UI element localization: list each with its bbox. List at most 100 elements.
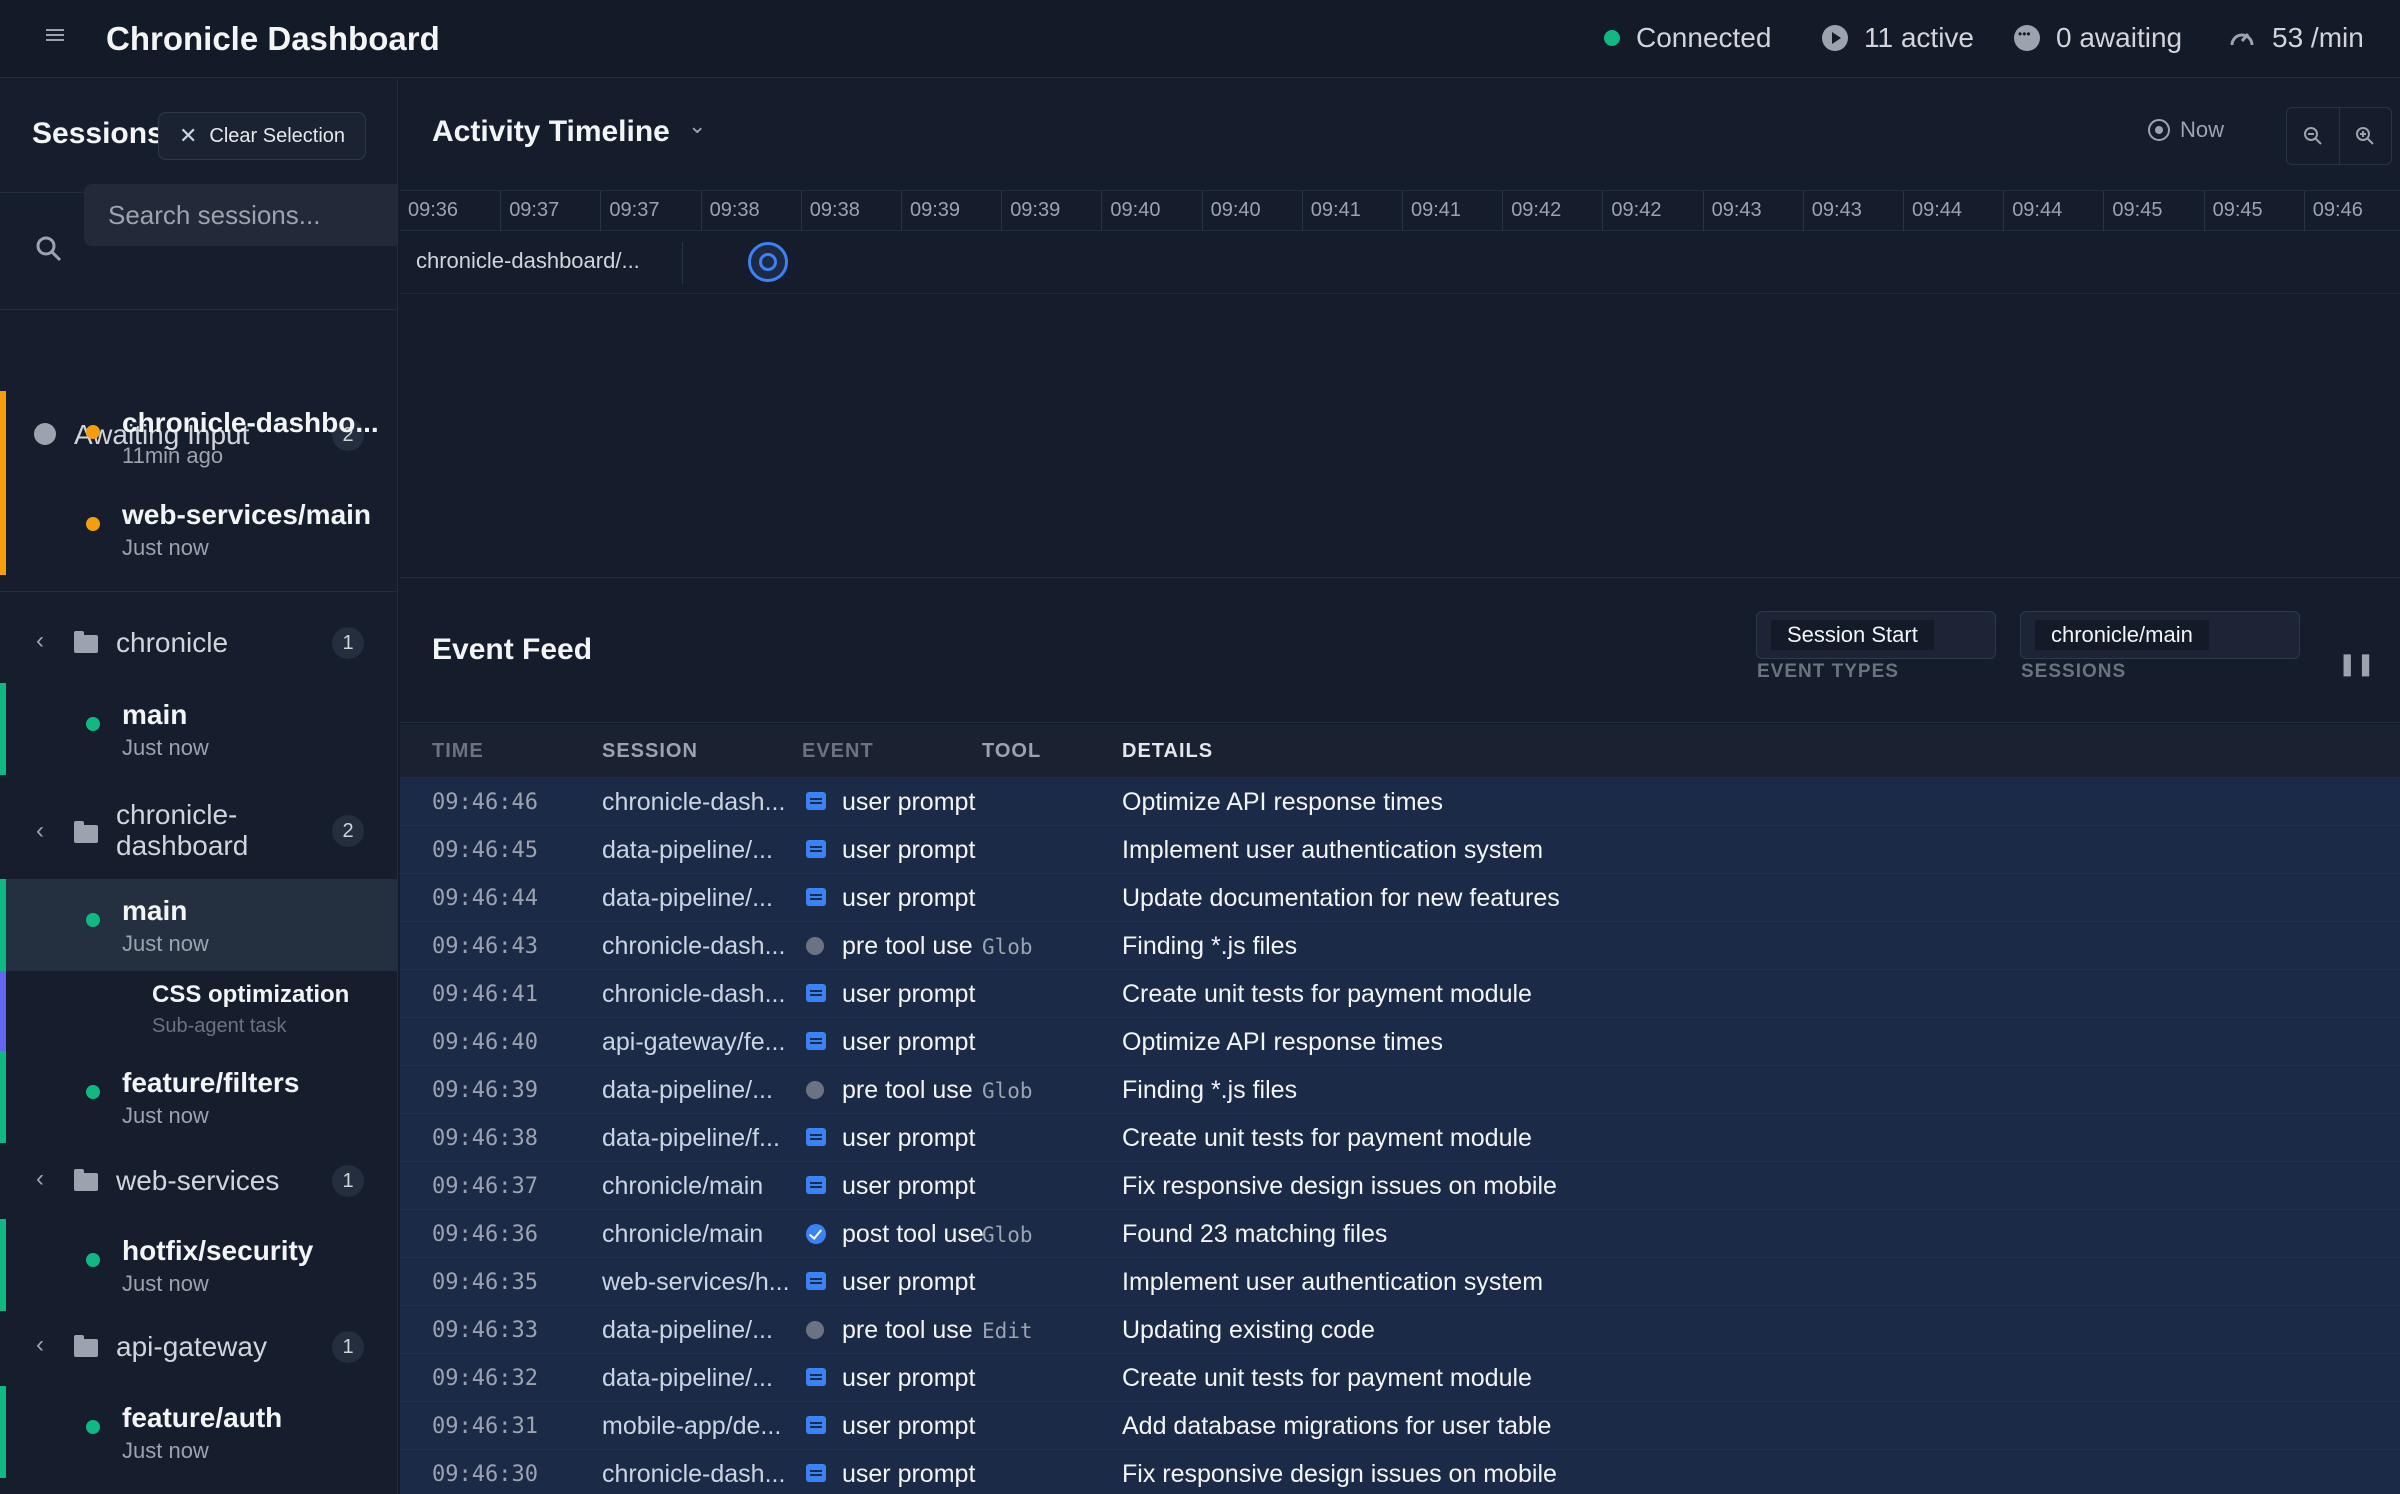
filter-chip[interactable]: chronicle/main [2035, 620, 2209, 650]
cell-event: post tool use [842, 1220, 984, 1248]
menu-icon[interactable] [46, 26, 70, 46]
status-bar [0, 683, 6, 775]
table-row[interactable]: 09:46:39 data-pipeline/... pre tool use Glo… [400, 1066, 2400, 1114]
gauge-icon [2228, 25, 2256, 51]
timeline-row: chronicle-dashboard/... [400, 232, 2400, 294]
chevron-left-icon: ‹ [36, 1331, 44, 1358]
group-chronicle-dashboard[interactable]: ‹ chronicle-dashboard 2 [0, 793, 397, 867]
sidebar-header: Sessions ✕ Clear Selection [0, 79, 397, 193]
timeline-event-marker[interactable] [748, 242, 788, 282]
column-header-tool: TOOL [982, 740, 1042, 762]
tool-icon [806, 1081, 824, 1099]
cell-details: Implement user authentication system [1122, 836, 1544, 864]
cell-event: user prompt [842, 1412, 976, 1440]
search-input[interactable] [84, 184, 397, 246]
table-row[interactable]: 09:46:32 data-pipeline/... user prompt Crea… [400, 1354, 2400, 1402]
cell-event: user prompt [842, 884, 976, 912]
zoom-controls [2286, 107, 2392, 165]
cell-event: user prompt [842, 1124, 976, 1152]
table-row[interactable]: 09:46:46 chronicle-dash... user prompt Opti… [400, 778, 2400, 826]
status-bar [0, 391, 6, 483]
cell-tool: Glob [982, 1079, 1033, 1103]
timeline-tick: 09:42 [1602, 191, 1702, 231]
cell-event: user prompt [842, 836, 976, 864]
timeline-tick: 09:37 [500, 191, 600, 231]
status-dot [86, 425, 100, 439]
status-dot [86, 1253, 100, 1267]
table-row[interactable]: 09:46:30 chronicle-dash... user prompt Fix … [400, 1450, 2400, 1494]
table-row[interactable]: 09:46:36 chronicle/main post tool use Glob F… [400, 1210, 2400, 1258]
table-row[interactable]: 09:46:33 data-pipeline/... pre tool use Edi… [400, 1306, 2400, 1354]
table-row[interactable]: 09:46:40 api-gateway/fe... user prompt Opti… [400, 1018, 2400, 1066]
status-bar [0, 483, 6, 575]
session-item[interactable]: hotfix/security Just now [0, 1219, 397, 1311]
group-api-gateway[interactable]: ‹ api-gateway 1 [0, 1319, 397, 1375]
subagent-item[interactable]: CSS optimization Sub-agent task [0, 971, 397, 1051]
cell-time: 09:46:43 [432, 934, 538, 959]
status-dot [86, 1420, 100, 1434]
column-header-time: TIME [432, 740, 484, 762]
cell-details: Create unit tests for payment module [1122, 980, 1532, 1008]
folder-icon [74, 1169, 98, 1191]
column-header-details: DETAILS [1122, 740, 1214, 762]
status-bar [0, 879, 6, 971]
filter-caption: SESSIONS [2021, 661, 2127, 682]
pause-icon[interactable]: ❚❚ [2338, 651, 2375, 677]
cell-details: Fix responsive design issues on mobile [1122, 1172, 1557, 1200]
awaiting-count: 0 awaiting [2014, 22, 2182, 54]
table-row[interactable]: 09:46:41 chronicle-dash... user prompt Crea… [400, 970, 2400, 1018]
event-type-filter[interactable]: Session Start [1756, 611, 1996, 659]
session-item[interactable]: feature/filters Just now [0, 1051, 397, 1143]
table-row[interactable]: 09:46:35 web-services/h... user prompt Impl… [400, 1258, 2400, 1306]
folder-icon [74, 821, 98, 843]
zoom-in-icon [2356, 127, 2375, 145]
zoom-out-button[interactable] [2287, 108, 2339, 164]
dots-icon [2014, 25, 2040, 51]
table-row[interactable]: 09:46:31 mobile-app/de... user prompt Add d… [400, 1402, 2400, 1450]
chat-icon [806, 792, 826, 810]
filter-chip[interactable]: Session Start [1771, 620, 1934, 650]
cell-session: chronicle-dash... [602, 980, 786, 1008]
sessions-sidebar: Sessions ✕ Clear Selection Awaiting Inpu… [0, 79, 398, 1494]
app-title: Chronicle Dashboard [106, 20, 440, 57]
chat-icon [806, 888, 826, 906]
timeline-tick: 09:43 [1702, 191, 1803, 231]
group-label: chronicle-dashboard [116, 799, 249, 861]
table-row[interactable]: 09:46:38 data-pipeline/f... user prompt Cre… [400, 1114, 2400, 1162]
zoom-out-icon [2303, 127, 2322, 145]
session-item-selected[interactable]: main Just now [0, 879, 397, 971]
event-feed-header: Event Feed Session Start EVENT TYPES chr… [400, 579, 2400, 723]
timeline-axis: 09:36 09:37 09:37 09:38 09:38 09:39 09:39 09:40… [400, 191, 2400, 231]
status-bar [0, 1051, 6, 1143]
zoom-in-button[interactable] [2338, 108, 2391, 164]
timeline-tick: 09:40 [1101, 191, 1201, 231]
count-badge: 2 [332, 815, 364, 847]
session-item[interactable]: web-services/main Just now [0, 483, 397, 575]
timeline-tick: 09:43 [1802, 191, 1903, 231]
status-bar [0, 971, 6, 1051]
session-item[interactable]: feature/auth Just now [0, 1386, 397, 1478]
cell-tool: Glob [982, 1223, 1033, 1247]
session-item[interactable]: main Just now [0, 683, 397, 775]
now-button[interactable]: Now [2148, 117, 2224, 143]
filter-caption: EVENT TYPES [1757, 661, 1899, 682]
cell-session: web-services/h... [602, 1268, 790, 1296]
group-chronicle[interactable]: ‹ chronicle 1 [0, 615, 397, 671]
chat-icon [806, 1368, 826, 1386]
table-row[interactable]: 09:46:43 chronicle-dash... pre tool use Glo… [400, 922, 2400, 970]
chevron-down-icon[interactable]: ⌄ [688, 113, 706, 139]
cell-details: Create unit tests for payment module [1122, 1124, 1532, 1152]
sidebar-title: Sessions [32, 117, 164, 150]
chevron-left-icon: ‹ [36, 627, 44, 654]
session-filter[interactable]: chronicle/main [2020, 611, 2300, 659]
cell-session: chronicle/main [602, 1172, 764, 1200]
chat-icon [806, 1176, 826, 1194]
cell-time: 09:46:35 [432, 1270, 538, 1295]
clear-selection-button[interactable]: ✕ Clear Selection [158, 112, 366, 160]
table-row[interactable]: 09:46:45 data-pipeline/... user prompt Impl… [400, 826, 2400, 874]
table-row[interactable]: 09:46:37 chronicle/main user prompt Fix res… [400, 1162, 2400, 1210]
session-item[interactable]: chronicle-dashbo... 11min ago [0, 391, 397, 483]
table-header: TIME SESSION EVENT TOOL DETAILS [400, 724, 2400, 778]
group-web-services[interactable]: ‹ web-services 1 [0, 1153, 397, 1209]
table-row[interactable]: 09:46:44 data-pipeline/... user prompt Upda… [400, 874, 2400, 922]
